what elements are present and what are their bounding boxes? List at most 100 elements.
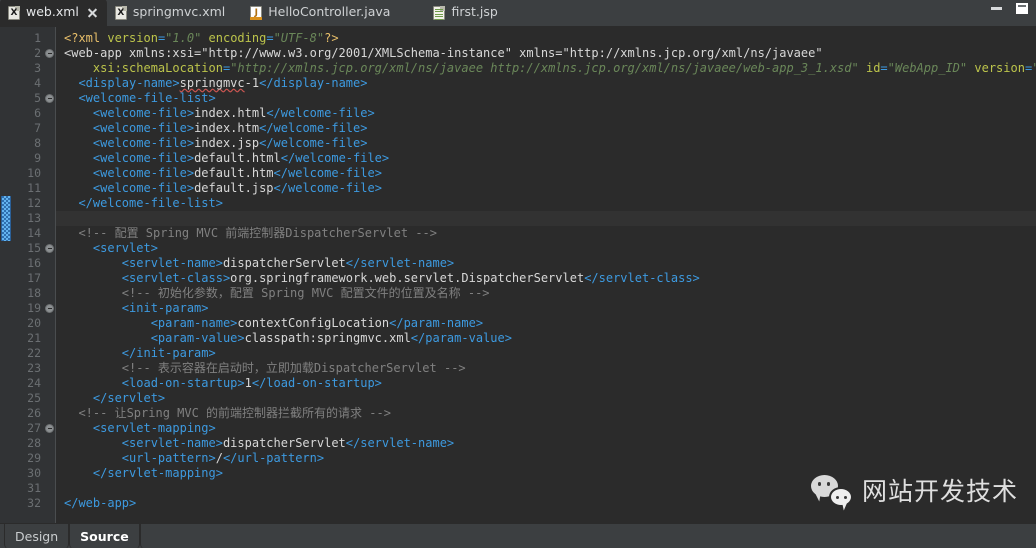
code-line[interactable]: <url-pattern>/</url-pattern> <box>56 451 1036 466</box>
fold-slot <box>44 241 55 256</box>
jsp-file-icon <box>433 5 446 20</box>
code-line[interactable]: <servlet-mapping> <box>56 421 1036 436</box>
code-line[interactable]: </servlet-mapping> <box>56 466 1036 481</box>
fold-slot <box>44 196 55 211</box>
fold-collapse-icon[interactable] <box>45 304 54 313</box>
line-number: 12 <box>27 196 41 210</box>
fold-slot <box>44 481 55 496</box>
fold-slot <box>44 301 55 316</box>
fold-slot <box>44 316 55 331</box>
fold-slot <box>44 271 55 286</box>
code-line[interactable]: <servlet-class>org.springframework.web.s… <box>56 271 1036 286</box>
code-line[interactable]: <servlet-name>dispatcherServlet</servlet… <box>56 436 1036 451</box>
code-line[interactable]: <servlet-name>dispatcherServlet</servlet… <box>56 256 1036 271</box>
line-number: 10 <box>27 166 41 180</box>
fold-slot <box>44 421 55 436</box>
fold-slot <box>44 181 55 196</box>
line-number: 27 <box>27 421 41 435</box>
fold-slot <box>44 286 55 301</box>
line-number: 6 <box>34 106 41 120</box>
code-line[interactable]: <!-- 表示容器在启动时，立即加载DispatcherServlet --> <box>56 361 1036 376</box>
line-number: 14 <box>27 226 41 240</box>
fold-slot <box>44 496 55 511</box>
code-line[interactable]: <welcome-file>default.htm</welcome-file> <box>56 166 1036 181</box>
close-icon[interactable] <box>87 7 98 18</box>
tab-web-xml[interactable]: X web.xml <box>0 0 107 26</box>
line-number: 28 <box>27 436 41 450</box>
code-line[interactable]: <!-- 让Spring MVC 的前端控制器拦截所有的请求 --> <box>56 406 1036 421</box>
code-line[interactable] <box>56 481 1036 496</box>
minimize-icon[interactable] <box>991 7 1002 10</box>
code-line[interactable]: <param-value>classpath:springmvc.xml</pa… <box>56 331 1036 346</box>
code-line[interactable]: <welcome-file>index.jsp</welcome-file> <box>56 136 1036 151</box>
fold-slot <box>44 136 55 151</box>
fold-slot <box>44 61 55 76</box>
fold-slot <box>44 31 55 46</box>
code-line[interactable]: </servlet> <box>56 391 1036 406</box>
code-line[interactable]: <!-- 配置 Spring MVC 前端控制器DispatcherServle… <box>56 226 1036 241</box>
line-number: 3 <box>34 61 41 75</box>
tab-first-jsp[interactable]: first.jsp <box>425 0 506 26</box>
java-file-icon: J <box>250 5 263 20</box>
code-content[interactable]: <?xml version="1.0" encoding="UTF-8"?> <w… <box>56 27 1036 523</box>
code-line[interactable]: </web-app> <box>56 496 1036 511</box>
fold-slot <box>44 436 55 451</box>
tab-springmvc-xml[interactable]: X springmvc.xml <box>107 0 234 26</box>
code-line[interactable]: <web-app xmlns:xsi="http://www.w3.org/20… <box>56 46 1036 61</box>
code-line[interactable]: <welcome-file>default.html</welcome-file… <box>56 151 1036 166</box>
code-editor[interactable]: 1 2 3 4 5 6 7 8 9 10 11 12 13 14 15 16 17 18 19 20 21 22 23 24 2… <box>0 27 1036 523</box>
tab-source[interactable]: Source <box>69 524 140 548</box>
line-number: 21 <box>27 331 41 345</box>
code-line[interactable]: <welcome-file-list> <box>56 91 1036 106</box>
eclipse-editor-window: X web.xml X springmvc.xml J HelloControl… <box>0 0 1036 548</box>
editor-view-tabs: Design Source <box>0 523 1036 548</box>
fold-slot <box>44 466 55 481</box>
window-controls <box>991 3 1028 14</box>
line-number: 5 <box>34 91 41 105</box>
line-number: 7 <box>34 121 41 135</box>
code-line[interactable]: <!-- 初始化参数，配置 Spring MVC 配置文件的位置及名称 --> <box>56 286 1036 301</box>
fold-collapse-icon[interactable] <box>45 49 54 58</box>
fold-slot <box>44 226 55 241</box>
code-line[interactable]: <welcome-file>index.htm</welcome-file> <box>56 121 1036 136</box>
code-folding-gutter[interactable] <box>44 27 56 523</box>
line-number: 4 <box>34 76 41 90</box>
fold-slot <box>44 256 55 271</box>
tab-label: web.xml <box>26 4 79 20</box>
tab-hellocontroller-java[interactable]: J HelloController.java <box>242 0 399 26</box>
line-number: 20 <box>27 316 41 330</box>
fold-collapse-icon[interactable] <box>45 94 54 103</box>
fold-collapse-icon[interactable] <box>45 244 54 253</box>
xml-file-icon: X <box>114 5 127 20</box>
line-number: 8 <box>34 136 41 150</box>
code-line[interactable]: <welcome-file>index.html</welcome-file> <box>56 106 1036 121</box>
line-number: 16 <box>27 256 41 270</box>
code-line[interactable]: xsi:schemaLocation="http://xmlns.jcp.org… <box>56 61 1036 76</box>
code-line[interactable]: <load-on-startup>1</load-on-startup> <box>56 376 1036 391</box>
tab-design[interactable]: Design <box>4 524 70 548</box>
fold-slot <box>44 166 55 181</box>
code-line[interactable]: <welcome-file>default.jsp</welcome-file> <box>56 181 1036 196</box>
code-line[interactable]: <servlet> <box>56 241 1036 256</box>
fold-slot <box>44 331 55 346</box>
line-number: 15 <box>27 241 41 255</box>
code-line[interactable] <box>56 211 1036 226</box>
code-line[interactable]: <?xml version="1.0" encoding="UTF-8"?> <box>56 31 1036 46</box>
line-number: 19 <box>27 301 41 315</box>
code-line[interactable]: <init-param> <box>56 301 1036 316</box>
fold-slot <box>44 91 55 106</box>
code-line[interactable]: </init-param> <box>56 346 1036 361</box>
fold-slot <box>44 346 55 361</box>
maximize-icon[interactable] <box>1016 3 1028 14</box>
fold-slot <box>44 451 55 466</box>
code-line[interactable]: <param-name>contextConfigLocation</param… <box>56 316 1036 331</box>
selection-annotation-marker[interactable] <box>1 196 11 241</box>
line-number: 23 <box>27 361 41 375</box>
annotation-ruler[interactable] <box>0 27 12 523</box>
line-number: 22 <box>27 346 41 360</box>
fold-collapse-icon[interactable] <box>45 424 54 433</box>
line-number: 26 <box>27 406 41 420</box>
code-line[interactable]: </welcome-file-list> <box>56 196 1036 211</box>
code-line[interactable]: <display-name>springmvc-1</display-name> <box>56 76 1036 91</box>
fold-slot <box>44 76 55 91</box>
